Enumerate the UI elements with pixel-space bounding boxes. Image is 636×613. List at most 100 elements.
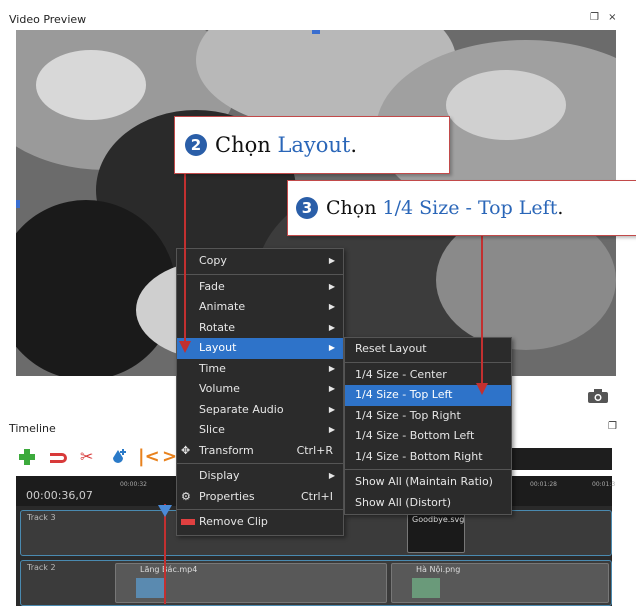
submenu-arrow-icon: ▶ [328, 404, 335, 414]
callout-text-suffix: . [350, 133, 358, 157]
menu-item-label: 1/4 Size - Top Right [355, 408, 461, 422]
submenu-arrow-icon: ▶ [328, 425, 335, 434]
instruction-callout-step-3: 3 Chọn 1/4 Size - Top Left. [287, 180, 636, 236]
callout-text-highlight: Layout [277, 133, 351, 157]
selection-handle[interactable] [16, 200, 20, 208]
menu-separator [177, 463, 343, 464]
menu-item-label: 1/4 Size - Bottom Right [355, 449, 483, 463]
clip-context-menu: Copy ▶ Fade ▶ Animate ▶ Rotate ▶ Layout ▶ Tim… [176, 248, 344, 536]
timeline-clip[interactable]: Lăng Bác.mp4 [115, 563, 387, 603]
menu-item-properties[interactable]: ⚙ Properties Ctrl+I [177, 487, 343, 508]
menu-item-label: Animate [199, 300, 246, 313]
video-frame-shape [446, 70, 566, 140]
timeline-clip[interactable]: Hà Nội.png [391, 563, 609, 603]
menu-item-layout[interactable]: Layout ▶ [177, 338, 343, 359]
clip-name: Goodbye.svg [412, 515, 465, 524]
submenu-arrow-icon: ▶ [328, 471, 335, 480]
callout-text-suffix: . [557, 197, 564, 219]
instruction-callout-step-2: 2 Chọn Layout. [174, 116, 450, 174]
snapping-magnet-icon[interactable] [48, 450, 70, 466]
menu-item-separate-audio[interactable]: Separate Audio ▶ [177, 400, 343, 421]
submenu-arrow-icon: ▶ [328, 363, 335, 373]
submenu-item-show-all-maintain[interactable]: Show All (Maintain Ratio) [345, 472, 511, 493]
menu-item-animate[interactable]: Animate ▶ [177, 297, 343, 318]
ruler-tick-label: 00:01:3 [592, 481, 616, 488]
menu-item-label: Time [199, 361, 226, 375]
track-row[interactable]: Track 2 Lăng Bác.mp4 Hà Nội.png [20, 560, 612, 606]
add-marker-icon[interactable] [110, 448, 128, 466]
menu-shortcut: Ctrl+I [300, 489, 333, 503]
playhead-line[interactable] [164, 504, 166, 604]
submenu-arrow-icon: ▶ [328, 302, 335, 311]
submenu-item-show-all-distort[interactable]: Show All (Distort) [345, 493, 511, 514]
timeline-title: Timeline [9, 422, 56, 435]
video-preview-title: Video Preview [9, 13, 87, 26]
layout-submenu: Reset Layout 1/4 Size - Center 1/4 Size … [344, 337, 512, 515]
next-marker-icon[interactable]: > [162, 446, 177, 467]
track-name: Track 3 [27, 513, 56, 522]
menu-item-label: 1/4 Size - Bottom Left [355, 429, 475, 442]
annotation-arrowhead-icon [476, 380, 488, 395]
razor-scissors-icon[interactable]: ✂ [80, 448, 98, 466]
selection-handle[interactable] [312, 30, 320, 34]
clip-thumbnail [136, 578, 164, 598]
callout-text-highlight: 1/4 Size - Top Left [382, 197, 558, 219]
menu-item-fade[interactable]: Fade ▶ [177, 277, 343, 298]
step-number-badge: 3 [296, 197, 318, 219]
track-name: Track 2 [27, 563, 56, 572]
menu-item-time[interactable]: Time ▶ [177, 359, 343, 380]
menu-item-volume[interactable]: Volume ▶ [177, 379, 343, 400]
timeline-float-button[interactable]: ❐ [608, 421, 620, 432]
menu-item-label: Volume [199, 382, 240, 395]
menu-item-remove-clip[interactable]: Remove Clip [177, 512, 343, 533]
callout-text-prefix: Chọn [215, 133, 278, 157]
submenu-arrow-icon: ▶ [328, 343, 335, 352]
menu-item-slice[interactable]: Slice ▶ [177, 420, 343, 441]
menu-item-label: Transform [199, 443, 254, 457]
ruler-tick-label: 00:01:28 [530, 481, 557, 488]
annotation-arrowhead-icon [179, 338, 191, 353]
menu-item-label: Show All (Maintain Ratio) [355, 475, 493, 488]
menu-item-rotate[interactable]: Rotate ▶ [177, 318, 343, 339]
remove-icon [181, 512, 195, 533]
menu-separator [177, 509, 343, 510]
menu-item-copy[interactable]: Copy ▶ [177, 251, 343, 272]
clip-name: Hà Nội.png [416, 565, 461, 574]
clip-thumbnail [412, 578, 440, 598]
previous-marker-icon[interactable]: |< [138, 446, 160, 467]
transform-icon: ✥ [181, 443, 191, 457]
ruler-tick-label: 00:00:32 [120, 481, 147, 488]
add-track-icon[interactable] [18, 448, 36, 466]
video-frame-shape [36, 50, 146, 120]
submenu-item-quarter-top-right[interactable]: 1/4 Size - Top Right [345, 406, 511, 427]
submenu-arrow-icon: ▶ [328, 384, 335, 393]
step-number-badge: 2 [185, 134, 207, 156]
menu-item-label: Slice [199, 423, 225, 436]
gear-icon: ⚙ [181, 489, 191, 503]
menu-separator [177, 273, 343, 275]
camera-icon[interactable] [588, 388, 608, 403]
submenu-item-quarter-bottom-left[interactable]: 1/4 Size - Bottom Left [345, 426, 511, 447]
menu-item-display[interactable]: Display ▶ [177, 466, 343, 487]
menu-item-label: Show All (Distort) [355, 495, 452, 509]
timeline-clip[interactable]: Goodbye.svg [407, 513, 465, 553]
menu-item-label: Remove Clip [199, 515, 268, 528]
menu-item-label: Copy [199, 254, 227, 267]
menu-item-label: 1/4 Size - Center [355, 367, 447, 381]
panel-window-controls[interactable]: ❐ × [590, 12, 620, 23]
submenu-item-quarter-bottom-right[interactable]: 1/4 Size - Bottom Right [345, 447, 511, 468]
menu-separator [345, 361, 511, 363]
menu-item-label: Separate Audio [199, 402, 284, 416]
submenu-arrow-icon: ▶ [328, 256, 335, 265]
menu-item-label: Display [199, 469, 240, 482]
zoom-slider[interactable] [504, 448, 612, 470]
submenu-arrow-icon: ▶ [328, 281, 335, 291]
submenu-arrow-icon: ▶ [328, 322, 335, 332]
menu-item-transform[interactable]: ✥ Transform Ctrl+R [177, 441, 343, 462]
menu-shortcut: Ctrl+R [296, 443, 333, 457]
playhead-marker-icon[interactable] [158, 502, 172, 517]
submenu-item-reset-layout[interactable]: Reset Layout [345, 339, 511, 360]
menu-item-label: Properties [199, 489, 255, 503]
menu-item-label: Fade [199, 279, 225, 293]
menu-item-label: Reset Layout [355, 342, 427, 355]
